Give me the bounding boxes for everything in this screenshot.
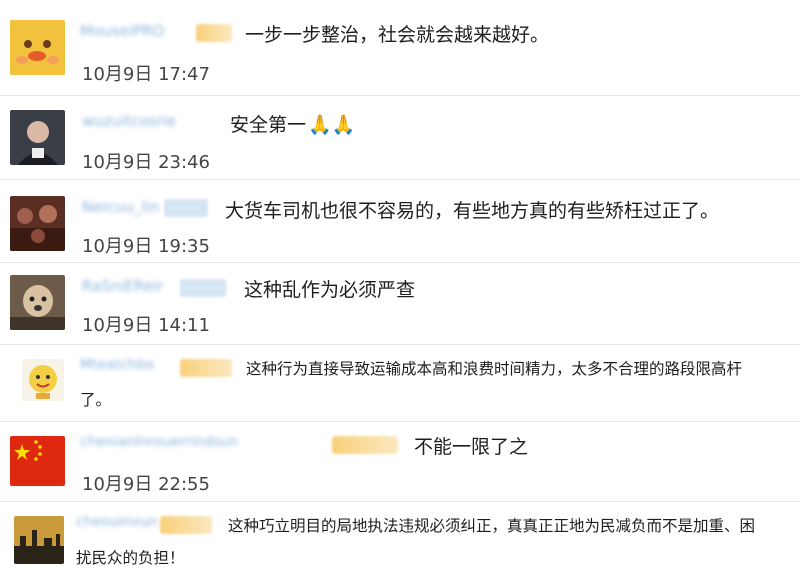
comment-date: 10月9日 22:55 <box>82 474 210 495</box>
comment-text: 这种巧立明目的局地执法违规必须纠正，真真正正地为民减负而不是加重、困 <box>228 517 756 535</box>
flag-avatar-icon <box>10 436 65 486</box>
comment-text: 一步一步整治，社会就会越来越好。 <box>245 24 550 46</box>
avatar[interactable] <box>22 359 64 401</box>
chick-avatar-icon <box>10 20 65 75</box>
list-item: MouseiPRO 一步一步整治，社会就会越来越好。 10月9日 17:47 <box>0 0 800 96</box>
cityscape-avatar-icon <box>14 516 64 564</box>
avatar[interactable] <box>10 20 65 75</box>
comment-text-continuation: 扰民众的负担！ <box>76 549 185 567</box>
list-item: cheouinvun 这种巧立明目的局地执法违规必须纠正，真真正正地为民减负而不… <box>0 502 800 581</box>
comment-date: 10月9日 23:46 <box>82 152 210 173</box>
comment-text: 这种乱作为必须严查 <box>244 279 416 301</box>
list-item: Mteatchbo 这种行为直接导致运输成本高和浪费时间精力，太多不合理的路段限… <box>0 345 800 422</box>
member-badge <box>332 436 398 454</box>
comment-date: 10月9日 14:11 <box>82 315 210 336</box>
comment-text: 这种行为直接导致运输成本高和浪费时间精力，太多不合理的路段限高杆 <box>246 360 743 378</box>
member-badge <box>164 199 208 217</box>
comment-date: 10月9日 19:35 <box>82 236 210 257</box>
member-badge <box>196 24 232 42</box>
list-item: RaSniEReir 这种乱作为必须严查 10月9日 14:11 <box>0 263 800 345</box>
comment-text: 大货车司机也很不容易的，有些地方真的有些矫枉过正了。 <box>225 200 720 222</box>
avatar[interactable] <box>10 275 65 330</box>
avatar[interactable] <box>10 196 65 251</box>
username[interactable]: cheouinvun <box>76 514 157 530</box>
list-item: Neicuu_lin 大货车司机也很不容易的，有些地方真的有些矫枉过正了。 10… <box>0 180 800 263</box>
person-avatar-icon <box>10 110 65 165</box>
avatar[interactable] <box>10 110 65 165</box>
username[interactable]: MouseiPRO <box>80 22 164 40</box>
cartoon-avatar-icon <box>22 359 64 401</box>
member-badge <box>180 279 226 297</box>
list-item: wuzuitcosrie 安全第一 🙏🙏 10月9日 23:46 <box>0 96 800 180</box>
comment-text-continuation: 了。 <box>80 391 112 409</box>
list-item: chenianlnrouerrindsun 不能一限了之 10月9日 22:55 <box>0 422 800 502</box>
username[interactable]: chenianlnrouerrindsun <box>80 434 238 450</box>
member-badge <box>180 359 232 377</box>
member-badge <box>160 516 212 534</box>
group-avatar-icon <box>10 196 65 251</box>
username[interactable]: Mteatchbo <box>80 357 154 373</box>
comment-date: 10月9日 17:47 <box>82 64 210 85</box>
pray-emoji-icon: 🙏🙏 <box>308 114 356 136</box>
comment-text: 不能一限了之 <box>414 436 529 458</box>
dog-avatar-icon <box>10 275 65 330</box>
username[interactable]: Neicuu_lin <box>82 198 159 216</box>
avatar[interactable] <box>14 516 64 564</box>
avatar[interactable] <box>10 436 65 486</box>
comment-text: 安全第一 🙏🙏 <box>230 114 356 136</box>
username[interactable]: RaSniEReir <box>82 277 163 295</box>
username[interactable]: wuzuitcosrie <box>82 112 176 130</box>
